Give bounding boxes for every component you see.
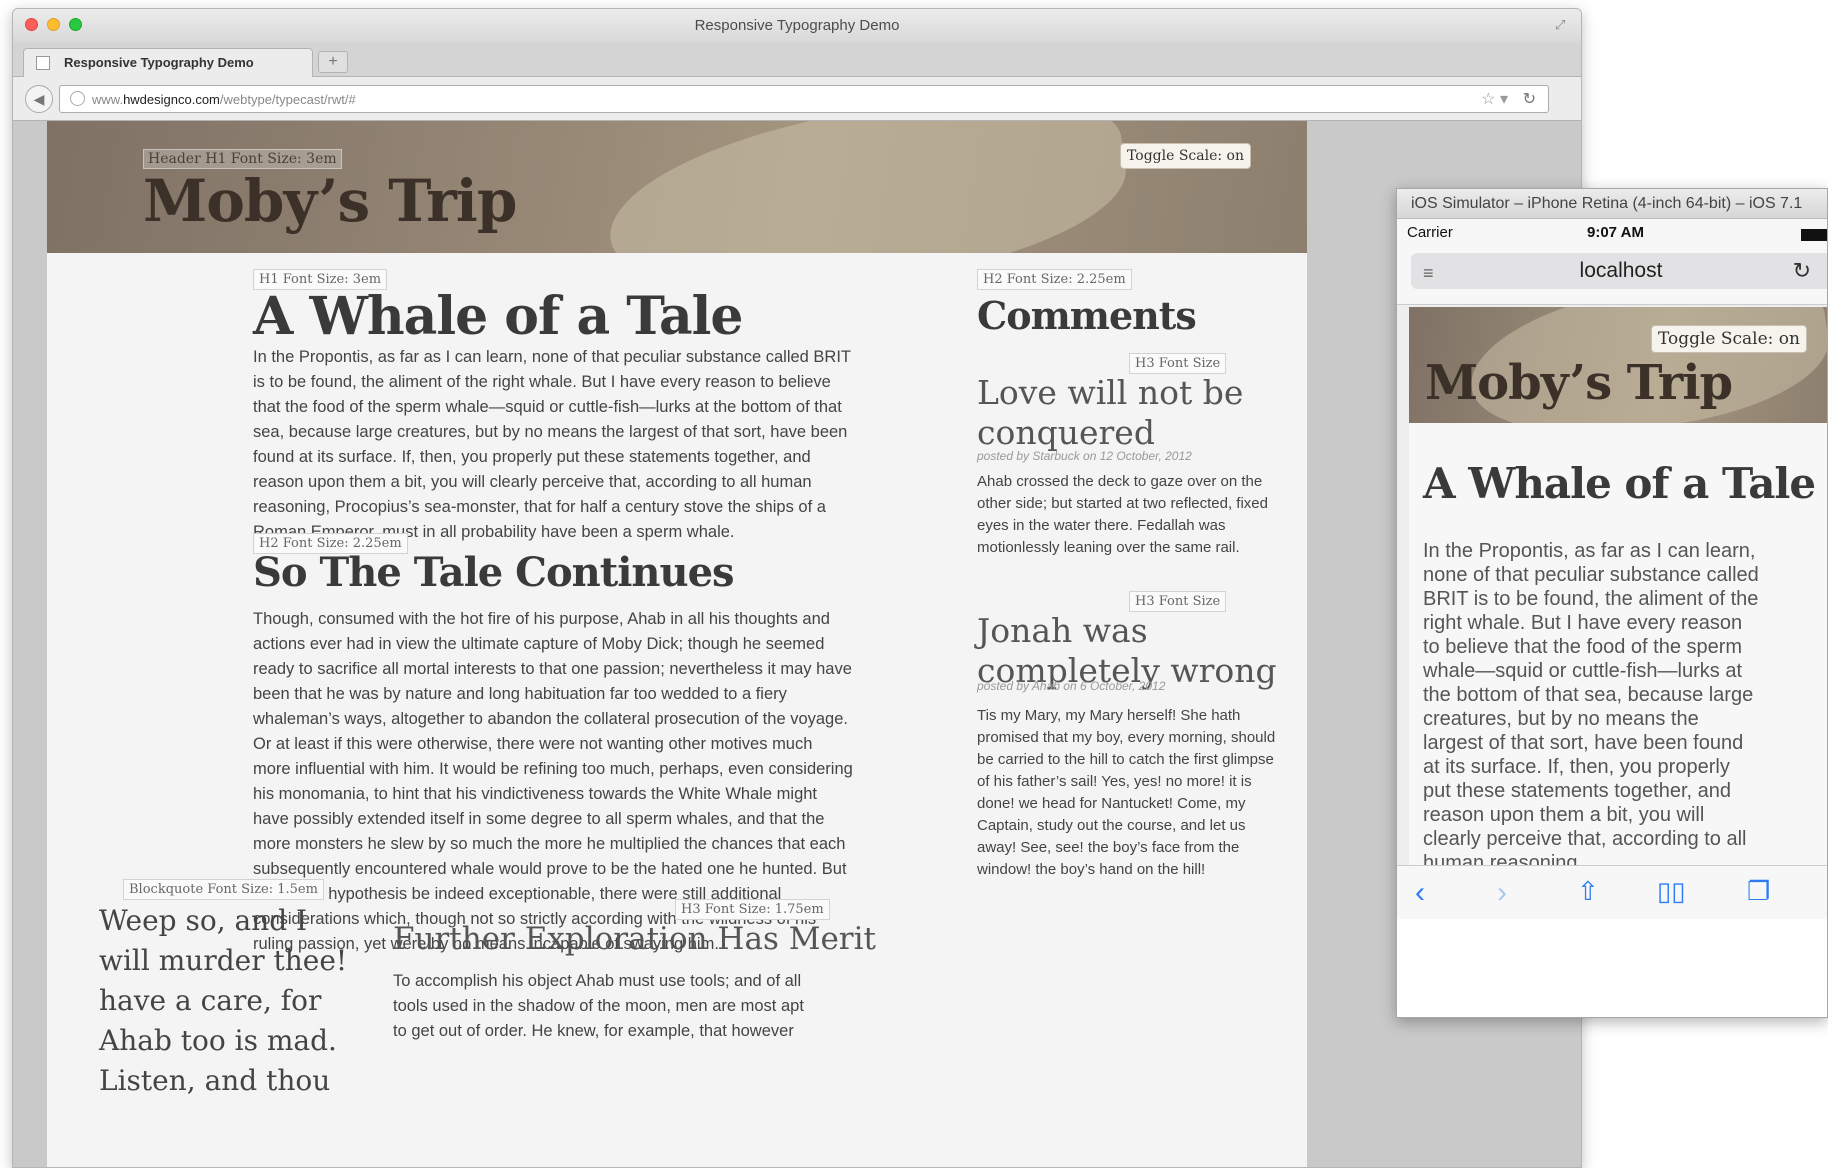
mobile-site-title: Moby’s Trip: [1425, 355, 1733, 411]
url-prefix: www.: [92, 92, 124, 107]
whale-illustration: [597, 121, 1137, 253]
comment-1-title: Love will not be conquered: [977, 373, 1244, 452]
tab-label: Responsive Typography Demo: [64, 55, 254, 70]
url-path: /webtype/typecast/rwt/#: [219, 92, 356, 107]
blockquote-size-label: Blockquote Font Size: 1.5em: [123, 879, 324, 900]
site-title: Moby’s Trip: [143, 167, 517, 235]
url-domain: hwdesignco.com: [123, 92, 220, 107]
page-viewport: Header H1 Font Size: 3em Moby’s Trip Tog…: [13, 121, 1581, 1167]
mobile-article-title: A Whale of a Tale: [1423, 459, 1816, 508]
article-paragraph-3: To accomplish his object Ahab must use t…: [393, 972, 804, 1040]
title-bar: Responsive Typography Demo ⤢: [13, 9, 1581, 43]
clock: 9:07 AM: [1587, 224, 1644, 241]
page-content: Header H1 Font Size: 3em Moby’s Trip Tog…: [47, 121, 1307, 1167]
new-tab-button[interactable]: +: [318, 51, 348, 73]
back-button[interactable]: ◀: [25, 85, 53, 113]
reload-icon[interactable]: ↻: [1523, 89, 1536, 109]
share-icon[interactable]: ⇧: [1577, 876, 1599, 907]
simulator-title: iOS Simulator – iPhone Retina (4-inch 64…: [1397, 189, 1827, 219]
comments-size-label: H2 Font Size: 2.25em: [977, 269, 1132, 290]
h3-size-label: H3 Font Size: 1.75em: [675, 899, 830, 920]
safari-bottom-toolbar: ‹ › ⇧ ▯▯ ❐: [1397, 865, 1827, 919]
article-paragraph-1: In the Propontis, as far as I can learn,…: [253, 348, 851, 541]
comment-2-size-label: H3 Font Size: [1129, 591, 1227, 612]
mobile-page-content: A Whale of a Tale In the Propontis, as f…: [1409, 423, 1827, 865]
comment-1-size-label: H3 Font Size: [1129, 353, 1227, 374]
address-toolbar: ◀ www.hwdesignco.com/webtype/typecast/rw…: [13, 77, 1581, 121]
toggle-scale-button[interactable]: Toggle Scale: on: [1120, 143, 1251, 169]
mobile-header-hero: Toggle Scale: on Moby’s Trip: [1409, 307, 1827, 423]
mobile-article-paragraph: In the Propontis, as far as I can learn,…: [1423, 540, 1759, 865]
blockquote: Weep so, and I will murder thee! have a …: [99, 904, 348, 1097]
status-bar: Carrier 9:07 AM: [1397, 219, 1827, 247]
site-info-icon[interactable]: [70, 91, 85, 106]
fullscreen-icon[interactable]: ⤢: [1555, 17, 1569, 32]
simulator-bottom: [1397, 919, 1827, 1017]
url-field[interactable]: www.hwdesignco.com/webtype/typecast/rwt/…: [59, 85, 1549, 113]
ios-simulator-window: iOS Simulator – iPhone Retina (4-inch 64…: [1396, 188, 1828, 1018]
header-h1-size-label: Header H1 Font Size: 3em: [143, 149, 342, 169]
tabs-icon[interactable]: ❐: [1747, 876, 1770, 907]
tab-bar: Responsive Typography Demo +: [13, 43, 1581, 77]
comment-2-text: Tis my Mary, my Mary herself! She hath p…: [977, 707, 1276, 878]
bookmark-star-icon[interactable]: ☆ ▾: [1481, 89, 1508, 109]
comment-1-text: Ahab crossed the deck to gaze over on th…: [977, 473, 1268, 556]
bookmarks-icon[interactable]: ▯▯: [1657, 876, 1686, 907]
subsection-heading: Further Exploration Has Merit: [393, 921, 876, 957]
reload-icon[interactable]: ↻: [1793, 258, 1811, 284]
article-title: A Whale of a Tale: [253, 286, 743, 347]
url-field[interactable]: ≡ localhost ↻: [1411, 253, 1827, 289]
comments-heading: Comments: [977, 293, 1197, 338]
battery-icon: [1801, 229, 1827, 241]
back-icon[interactable]: ‹: [1415, 876, 1425, 910]
forward-icon[interactable]: ›: [1497, 876, 1507, 910]
comment-1-byline: posted by Starbuck on 12 October, 2012: [977, 449, 1192, 463]
url-host: localhost: [1579, 259, 1663, 282]
section-heading: So The Tale Continues: [253, 549, 735, 596]
toggle-scale-button[interactable]: Toggle Scale: on: [1650, 325, 1807, 353]
window-title: Responsive Typography Demo: [694, 17, 900, 34]
browser-window: Responsive Typography Demo ⤢ Responsive …: [12, 8, 1582, 1168]
reader-icon[interactable]: ≡: [1423, 263, 1434, 284]
page-icon: [36, 56, 50, 70]
carrier-label: Carrier: [1407, 224, 1453, 241]
safari-url-bar: ≡ localhost ↻: [1397, 247, 1827, 305]
header-hero: Header H1 Font Size: 3em Moby’s Trip Tog…: [47, 121, 1307, 253]
tab-active[interactable]: Responsive Typography Demo: [23, 48, 313, 77]
comment-2-byline: posted by Ahab on 6 October, 2012: [977, 679, 1166, 693]
